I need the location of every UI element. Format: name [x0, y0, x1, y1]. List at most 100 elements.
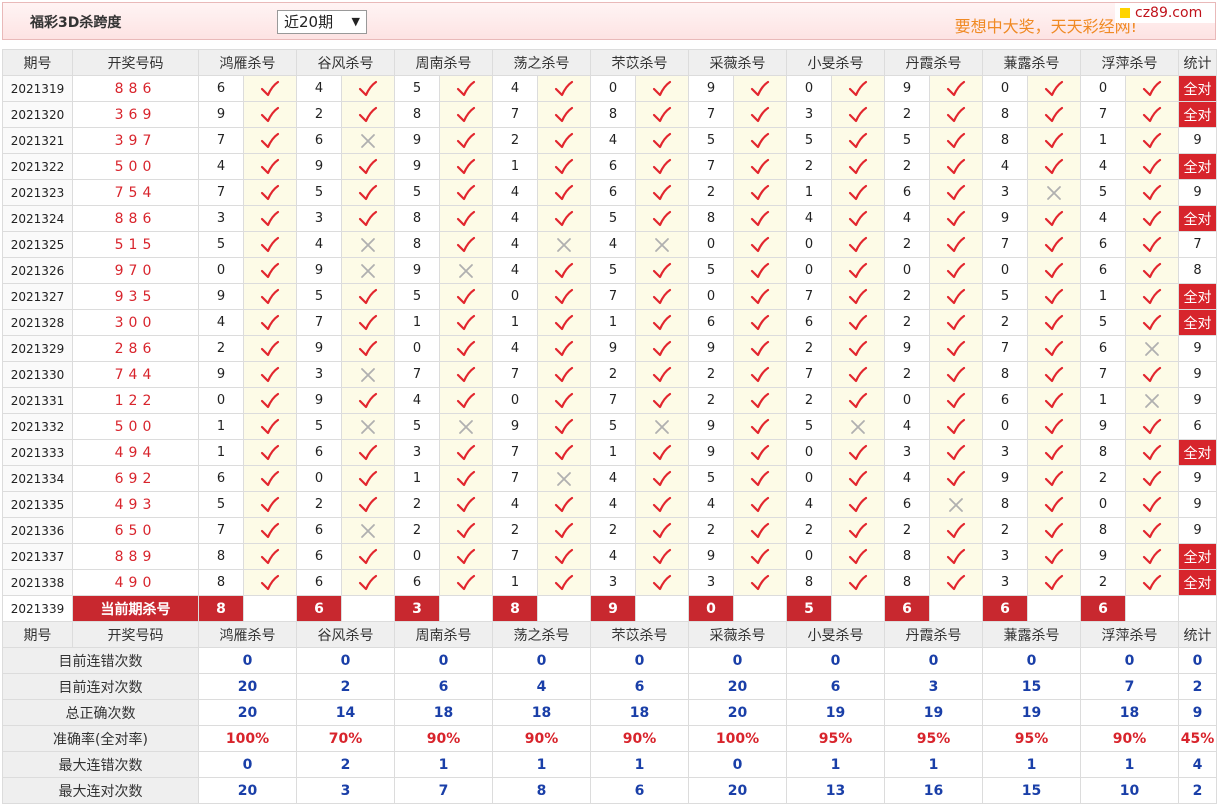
check-icon	[243, 205, 297, 232]
kill-number-cell: 9	[688, 75, 734, 102]
summary-value: 10	[1080, 777, 1179, 804]
kill-number-cell: 7	[394, 361, 440, 388]
summary-value: 2	[296, 673, 395, 700]
check-icon	[243, 75, 297, 102]
check-icon	[341, 179, 395, 206]
draw-number-cell: 515	[72, 231, 199, 258]
check-icon	[439, 491, 493, 518]
kill-number-cell: 8	[688, 205, 734, 232]
kill-number-cell: 2	[492, 517, 538, 544]
kill-number-cell: 2	[982, 309, 1028, 336]
check-icon	[929, 101, 983, 128]
draw-number-cell: 300	[72, 309, 199, 336]
summary-value: 0	[688, 751, 787, 778]
cross-icon	[341, 413, 395, 440]
kill-number-cell: 2	[590, 517, 636, 544]
kill-number-cell: 4	[394, 387, 440, 414]
kill-number-cell: 0	[492, 387, 538, 414]
check-icon	[341, 543, 395, 570]
summary-value: 0	[688, 647, 787, 674]
check-icon	[439, 335, 493, 362]
kill-number-cell: 6	[1080, 335, 1126, 362]
kill-number-cell: 5	[394, 413, 440, 440]
check-icon	[831, 361, 885, 388]
kill-number-cell: 8	[198, 543, 244, 570]
kill-number-cell: 4	[296, 75, 342, 102]
kill-number-cell: 6	[982, 387, 1028, 414]
kill-number-cell: 3	[688, 569, 734, 596]
summary-value: 20	[198, 777, 297, 804]
kill-number-cell: 6	[688, 309, 734, 336]
check-icon	[439, 465, 493, 492]
check-icon	[537, 517, 591, 544]
kill-number-cell: 8	[982, 101, 1028, 128]
kill-number-cell: 4	[884, 465, 930, 492]
summary-value: 0	[296, 647, 395, 674]
draw-number-cell: 935	[72, 283, 199, 310]
check-icon	[635, 543, 689, 570]
check-icon	[831, 465, 885, 492]
summary-label: 最大连错次数	[2, 751, 199, 778]
period-select[interactable]: 近20期 ▼	[277, 10, 367, 34]
check-icon	[1027, 127, 1081, 154]
slogan[interactable]: 要想中大奖，天天彩经网!	[955, 13, 1137, 37]
kill-number-cell: 5	[590, 205, 636, 232]
period-cell: 2021334	[2, 465, 73, 492]
summary-row: 最大连对次数 20 3 7 8 6 20 13 16 15 10 2	[2, 777, 1217, 804]
summary-value: 90%	[492, 725, 591, 752]
kill-number-cell: 1	[590, 309, 636, 336]
check-icon	[1027, 387, 1081, 414]
check-icon	[1125, 283, 1179, 310]
check-icon	[929, 283, 983, 310]
period-cell: 2021335	[2, 491, 73, 518]
kill-number-cell: 3	[982, 179, 1028, 206]
kill-number-cell: 0	[590, 75, 636, 102]
kill-number-cell: 4	[1080, 205, 1126, 232]
check-icon	[537, 491, 591, 518]
cross-icon	[1027, 179, 1081, 206]
check-icon	[243, 491, 297, 518]
summary-value: 7	[1080, 673, 1179, 700]
check-icon	[1125, 101, 1179, 128]
summary-stat-value: 45%	[1178, 725, 1217, 752]
cross-icon	[635, 413, 689, 440]
kill-number-cell: 4	[590, 543, 636, 570]
summary-value: 90%	[590, 725, 689, 752]
current-kill-number: 9	[590, 595, 636, 622]
table-row: 2021331 122 0 9 4 0 7 2 2 0 6 1 9	[2, 387, 1217, 414]
check-icon	[831, 75, 885, 102]
check-icon	[341, 283, 395, 310]
site-logo[interactable]: cz89.com	[1115, 3, 1215, 23]
kill-number-cell: 9	[982, 205, 1028, 232]
kill-number-cell: 9	[688, 413, 734, 440]
kill-number-cell: 0	[786, 465, 832, 492]
col-header-expert: 小旻杀号	[786, 49, 885, 76]
col-header-expert: 鸿雁杀号	[198, 49, 297, 76]
summary-value: 0	[492, 647, 591, 674]
stat-cell: 7	[1178, 231, 1217, 258]
current-kill-number: 8	[198, 595, 244, 622]
kill-number-cell: 8	[394, 205, 440, 232]
check-icon	[1027, 101, 1081, 128]
kill-number-cell: 9	[394, 257, 440, 284]
table-row: 2021336 650 7 6 2 2 2 2 2 2 2 8 9	[2, 517, 1217, 544]
chevron-down-icon: ▼	[351, 15, 360, 28]
period-cell: 2021336	[2, 517, 73, 544]
check-icon	[929, 413, 983, 440]
current-kill-number: 6	[1080, 595, 1126, 622]
table-row: 2021319 886 6 4 5 4 0 9 0 9 0 0 全对	[2, 75, 1217, 102]
empty-stat-cell	[1178, 595, 1217, 622]
check-icon	[929, 231, 983, 258]
stat-cell: 9	[1178, 491, 1217, 518]
all-correct-badge: 全对	[1178, 309, 1217, 336]
summary-value: 20	[688, 673, 787, 700]
kill-number-cell: 8	[1080, 439, 1126, 466]
check-icon	[929, 153, 983, 180]
kill-number-cell: 2	[884, 517, 930, 544]
kill-number-cell: 3	[394, 439, 440, 466]
kill-number-cell: 3	[982, 439, 1028, 466]
check-icon	[929, 439, 983, 466]
empty-cell	[1027, 595, 1081, 622]
summary-value: 95%	[884, 725, 983, 752]
kill-number-cell: 0	[982, 257, 1028, 284]
